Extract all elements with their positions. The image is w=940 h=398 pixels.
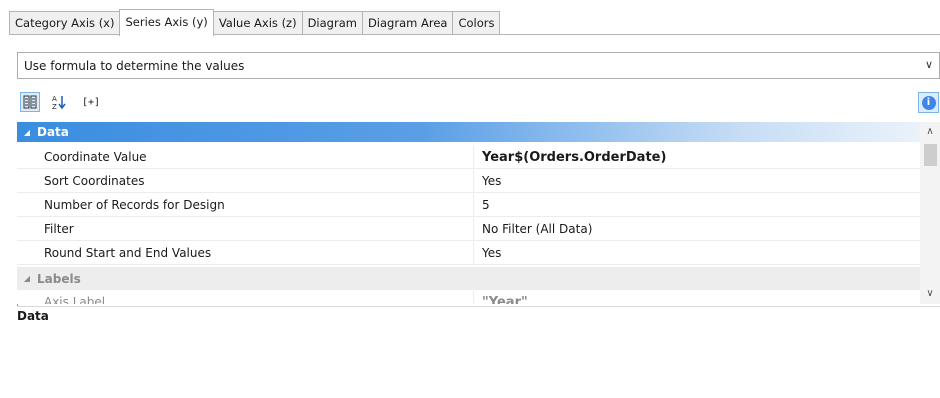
property-row-records-for-design[interactable]: Number of Records for Design 5 xyxy=(17,194,920,217)
collapse-triangle-icon[interactable]: ◢ xyxy=(17,274,37,283)
property-name: Axis Label xyxy=(17,291,474,304)
property-row-coordinate-value[interactable]: Coordinate Value Year$(Orders.OrderDate) xyxy=(17,146,920,169)
tab-series-axis[interactable]: Series Axis (y) xyxy=(119,9,214,36)
chevron-down-icon: ∨ xyxy=(924,58,933,71)
collapse-triangle-icon[interactable]: ◢ xyxy=(17,128,37,137)
category-data-label: Data xyxy=(37,125,69,139)
property-row-sort-coordinates[interactable]: Sort Coordinates Yes xyxy=(17,170,920,193)
property-row-filter[interactable]: Filter No Filter (All Data) xyxy=(17,218,920,241)
tab-value-axis[interactable]: Value Axis (z) xyxy=(212,11,303,35)
category-labels-label: Labels xyxy=(37,271,81,286)
categorized-view-button[interactable] xyxy=(20,92,40,112)
info-icon: i xyxy=(921,95,936,110)
property-value[interactable]: Yes xyxy=(474,170,920,192)
categorized-view-icon xyxy=(23,95,37,109)
category-labels[interactable]: ◢ Labels xyxy=(17,267,920,290)
property-row-round-values[interactable]: Round Start and End Values Yes xyxy=(17,242,920,265)
property-grid: ◢ Data Coordinate Value Year$(Orders.Ord… xyxy=(17,122,940,304)
sort-alphabetical-button[interactable]: A Z xyxy=(49,92,69,112)
property-value[interactable]: Year$(Orders.OrderDate) xyxy=(474,146,920,168)
value-mode-dropdown[interactable]: Use formula to determine the values ∨ xyxy=(17,52,940,79)
property-name: Round Start and End Values xyxy=(17,242,474,264)
grid-scrollbar[interactable]: ∧ ∨ xyxy=(920,122,940,304)
tab-strip: Category Axis (x) Series Axis (y) Value … xyxy=(9,9,501,36)
property-name: Filter xyxy=(17,218,474,240)
property-value[interactable]: 5 xyxy=(474,194,920,216)
scroll-down-icon[interactable]: ∨ xyxy=(920,284,940,304)
tab-bar: Category Axis (x) Series Axis (y) Value … xyxy=(0,0,940,36)
property-row-axis-label[interactable]: Axis Label "Year" xyxy=(17,291,920,304)
description-panel: Data xyxy=(17,306,940,398)
expand-all-button[interactable]: [+] xyxy=(74,92,108,112)
tab-category-axis[interactable]: Category Axis (x) xyxy=(9,11,121,35)
property-value[interactable]: Yes xyxy=(474,242,920,264)
svg-text:Z: Z xyxy=(52,103,57,110)
property-value[interactable]: "Year" xyxy=(474,291,920,305)
tab-diagram[interactable]: Diagram xyxy=(301,11,363,35)
property-toolbar: A Z [+] i xyxy=(17,88,940,118)
category-data[interactable]: ◢ Data xyxy=(17,122,920,142)
property-name: Number of Records for Design xyxy=(17,194,474,216)
info-button[interactable]: i xyxy=(918,92,939,113)
sort-alphabetical-icon: A Z xyxy=(52,95,66,110)
scroll-up-icon[interactable]: ∧ xyxy=(920,122,940,142)
tab-colors[interactable]: Colors xyxy=(452,11,501,35)
value-mode-selected: Use formula to determine the values xyxy=(24,58,245,73)
scroll-thumb[interactable] xyxy=(924,144,937,166)
property-value[interactable]: No Filter (All Data) xyxy=(474,218,920,240)
property-name: Coordinate Value xyxy=(17,146,474,168)
svg-text:A: A xyxy=(52,95,57,103)
property-name: Sort Coordinates xyxy=(17,170,474,192)
tab-diagram-area[interactable]: Diagram Area xyxy=(361,11,454,35)
description-title: Data xyxy=(17,309,49,323)
